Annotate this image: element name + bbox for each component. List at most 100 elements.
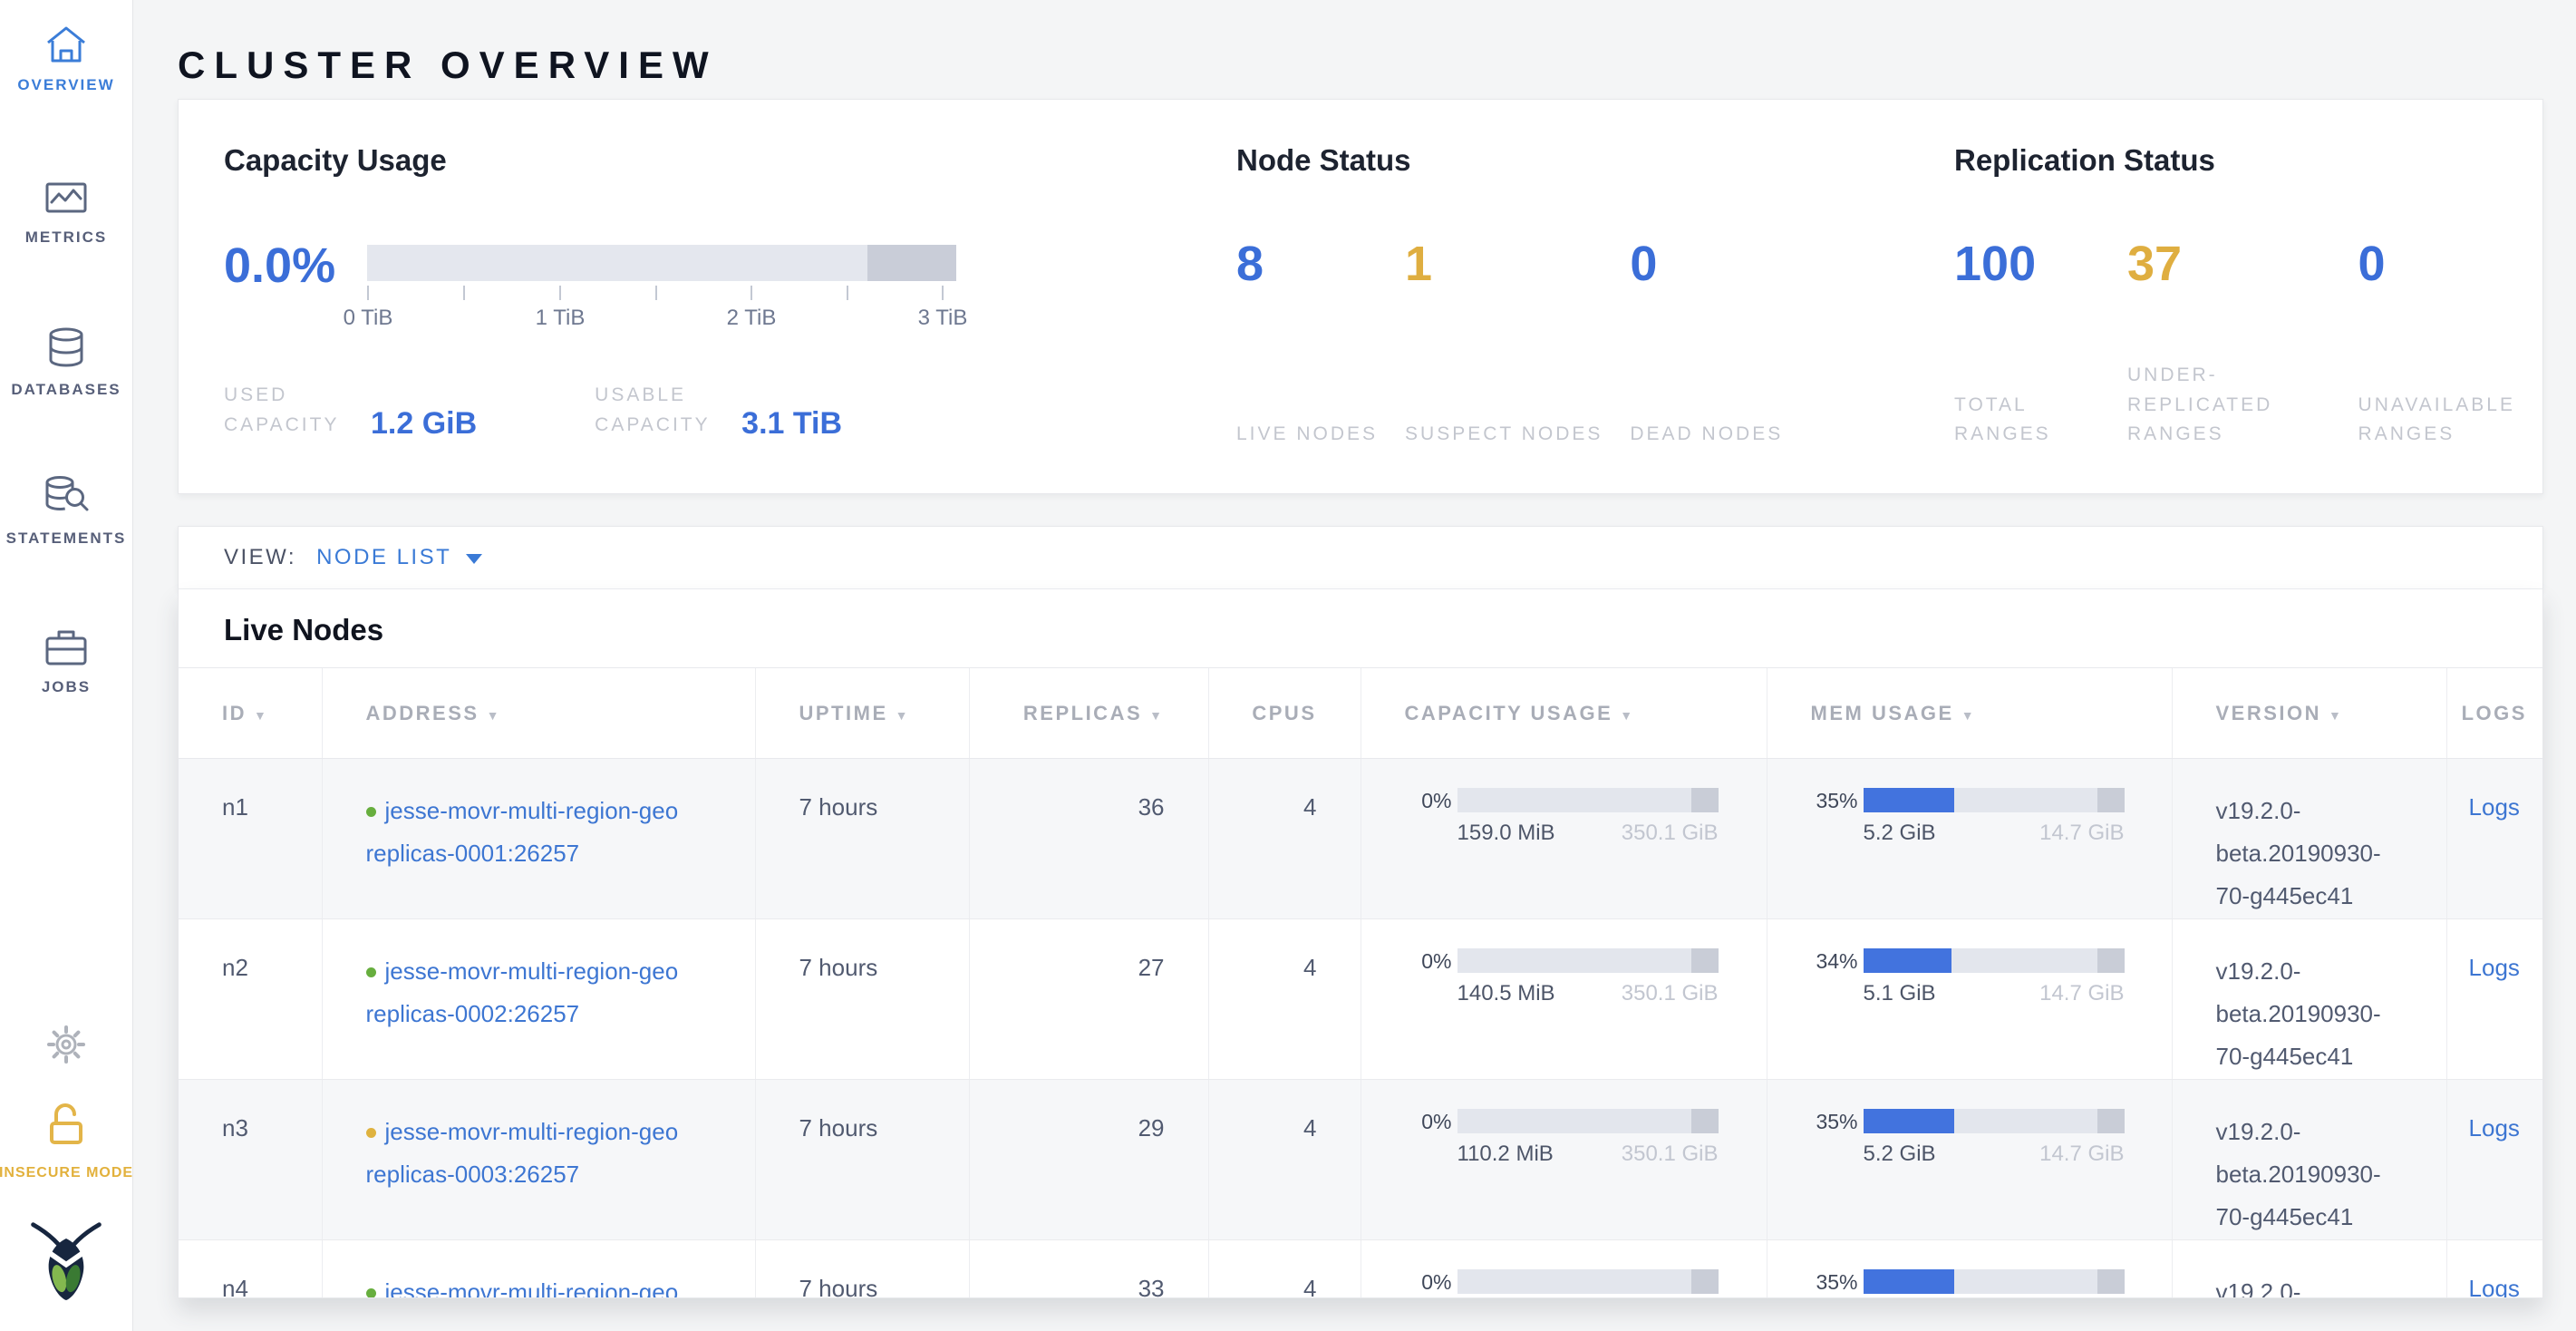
node-mem-cell: 35% 5.2 GiB 14.7 GiB [1767,759,2172,919]
cluster-summary-card: Capacity Usage 0.0% 0 TiB 1 TiB 2 TiB 3 … [178,99,2543,494]
replication-status-section: Replication Status 100 TOTAL RANGES 37 U… [1954,100,2542,450]
column-header-uptime[interactable]: UPTIME▼ [755,668,969,759]
settings-button[interactable] [0,1024,132,1070]
column-header-cpus[interactable]: CPUS [1208,668,1361,759]
capacity-bar [1457,948,1719,973]
live-nodes-value: 8 [1236,238,1378,291]
sidebar-item-statements[interactable]: STATEMENTS [0,475,132,548]
live-nodes-stat: 8 LIVE NODES [1236,238,1405,450]
node-id: n1 [222,793,248,821]
node-address-link[interactable]: jesse-movr-multi-region-geo replicas-000… [366,1278,679,1298]
node-table-row: n3 jesse-movr-multi-region-geo replicas-… [179,1080,2542,1240]
unavailable-ranges-value: 0 [2358,238,2515,291]
capacity-gauge: 0.0% 0 TiB 1 TiB 2 TiB 3 TiB [224,245,956,333]
column-header-mem-usage[interactable]: MEM USAGE▼ [1767,668,2172,759]
node-status-dot-icon [366,1128,376,1138]
unavailable-ranges-label: UNAVAILABLE RANGES [2358,391,2515,450]
tick-label: 0 TiB [344,306,393,331]
live-nodes-label: LIVE NODES [1236,420,1378,450]
node-status-dot-icon [366,1288,376,1298]
mem-total-value: 14.7 GiB [2039,981,2124,1006]
mem-percent-label: 35% [1811,1109,1858,1134]
logs-link[interactable]: Logs [2469,1275,2520,1298]
sort-arrow-icon: ▼ [487,708,501,723]
node-id-cell: n4 [179,1240,322,1299]
node-mem-cell: 35% 5.2 GiB 14.7 GiB [1767,1240,2172,1299]
suspect-nodes-label: SUSPECT NODES [1405,420,1603,450]
sidebar-item-metrics[interactable]: METRICS [0,178,132,247]
sidebar-item-databases[interactable]: DATABASES [0,326,132,399]
column-header-capacity-usage[interactable]: CAPACITY USAGE▼ [1361,668,1767,759]
sort-arrow-icon: ▼ [1620,708,1634,723]
node-address-link[interactable]: jesse-movr-multi-region-geo replicas-000… [366,957,679,1027]
gear-icon [45,1024,87,1070]
node-id-cell: n1 [179,759,322,919]
node-logs-cell: Logs [2446,1080,2542,1240]
node-id: n3 [222,1114,248,1142]
insecure-mode-label: INSECURE MODE [0,1165,133,1181]
node-cpus: 4 [1303,793,1316,821]
mem-meter: 35% [1811,1109,2171,1134]
capacity-gauge-ticks [367,286,956,302]
column-header-version[interactable]: VERSION▼ [2172,668,2446,759]
logs-link[interactable]: Logs [2469,1114,2520,1142]
capacity-gauge-labels: 0 TiB 1 TiB 2 TiB 3 TiB [367,306,956,333]
capacity-percent-label: 0% [1405,1269,1452,1295]
node-uptime-cell: 7 hours [755,759,969,919]
node-uptime-cell: 7 hours [755,919,969,1080]
database-icon [44,326,88,370]
mem-meter: 35% [1811,788,2171,813]
mem-total-value: 14.7 GiB [2039,1142,2124,1167]
total-ranges-stat: 100 TOTAL RANGES [1954,238,2127,450]
node-replicas: 36 [1138,793,1165,821]
sort-arrow-icon: ▼ [1149,708,1164,723]
home-icon [44,24,89,65]
node-address-link[interactable]: jesse-movr-multi-region-geo replicas-000… [366,1118,679,1188]
capacity-meter: 0% [1405,948,1766,974]
used-capacity-stat: USED CAPACITY 1.2 GiB [224,381,477,440]
insecure-mode-indicator: INSECURE MODE [0,1099,132,1181]
sort-arrow-icon: ▼ [2329,708,2343,723]
node-logs-cell: Logs [2446,919,2542,1080]
node-uptime-cell: 7 hours [755,1080,969,1240]
column-header-address[interactable]: ADDRESS▼ [322,668,755,759]
node-address-link[interactable]: jesse-movr-multi-region-geo replicas-000… [366,797,679,867]
node-uptime: 7 hours [799,954,878,981]
node-status-section: Node Status 8 LIVE NODES 1 SUSPECT NODES… [1236,100,1810,450]
capacity-total-value: 350.1 GiB [1622,821,1719,846]
sidebar-item-overview[interactable]: OVERVIEW [0,24,132,94]
view-dropdown[interactable]: NODE LIST [316,545,482,570]
logs-link[interactable]: Logs [2469,793,2520,821]
view-bar: VIEW: NODE LIST [178,526,2543,589]
node-table-row: n2 jesse-movr-multi-region-geo replicas-… [179,919,2542,1080]
under-replicated-label: UNDER-REPLICATED RANGES [2127,361,2331,450]
column-header-replicas[interactable]: REPLICAS▼ [969,668,1208,759]
dead-nodes-value: 0 [1630,238,1783,291]
sort-arrow-icon: ▼ [1961,708,1976,723]
used-capacity-label: USED CAPACITY [224,381,362,440]
node-replicas-cell: 36 [969,759,1208,919]
sidebar-item-jobs[interactable]: JOBS [0,627,132,696]
capacity-used-value: 110.2 MiB [1457,1142,1554,1167]
node-address-cell: jesse-movr-multi-region-geo replicas-000… [322,1080,755,1240]
suspect-nodes-stat: 1 SUSPECT NODES [1405,238,1630,450]
node-cpus-cell: 4 [1208,1080,1361,1240]
node-replicas-cell: 29 [969,1080,1208,1240]
mem-bar [1864,948,2125,973]
sidebar-item-label: OVERVIEW [17,76,114,94]
column-header-id[interactable]: ID▼ [179,668,322,759]
node-address-cell: jesse-movr-multi-region-geo replicas-000… [322,919,755,1080]
node-table-row: n1 jesse-movr-multi-region-geo replicas-… [179,759,2542,919]
capacity-total-value: 350.1 GiB [1622,1142,1719,1167]
unavailable-ranges-stat: 0 UNAVAILABLE RANGES [2358,238,2542,450]
usable-capacity-stat: USABLE CAPACITY 3.1 TiB [595,381,842,440]
usable-capacity-label: USABLE CAPACITY [595,381,732,440]
tick-label: 3 TiB [918,306,968,331]
node-version: v19.2.0-beta.20190930-70-g445ec41 [2216,950,2445,1078]
node-capacity-cell: 0% 140.5 MiB 350.1 GiB [1361,919,1767,1080]
live-nodes-table: ID▼ ADDRESS▼ UPTIME▼ REPLICAS▼ CPUS CAPA… [179,667,2542,1298]
cockroachdb-logo[interactable] [0,1218,132,1306]
cockroach-bug-icon [23,1218,110,1306]
logs-link[interactable]: Logs [2469,954,2520,981]
capacity-bar [1457,1109,1719,1133]
